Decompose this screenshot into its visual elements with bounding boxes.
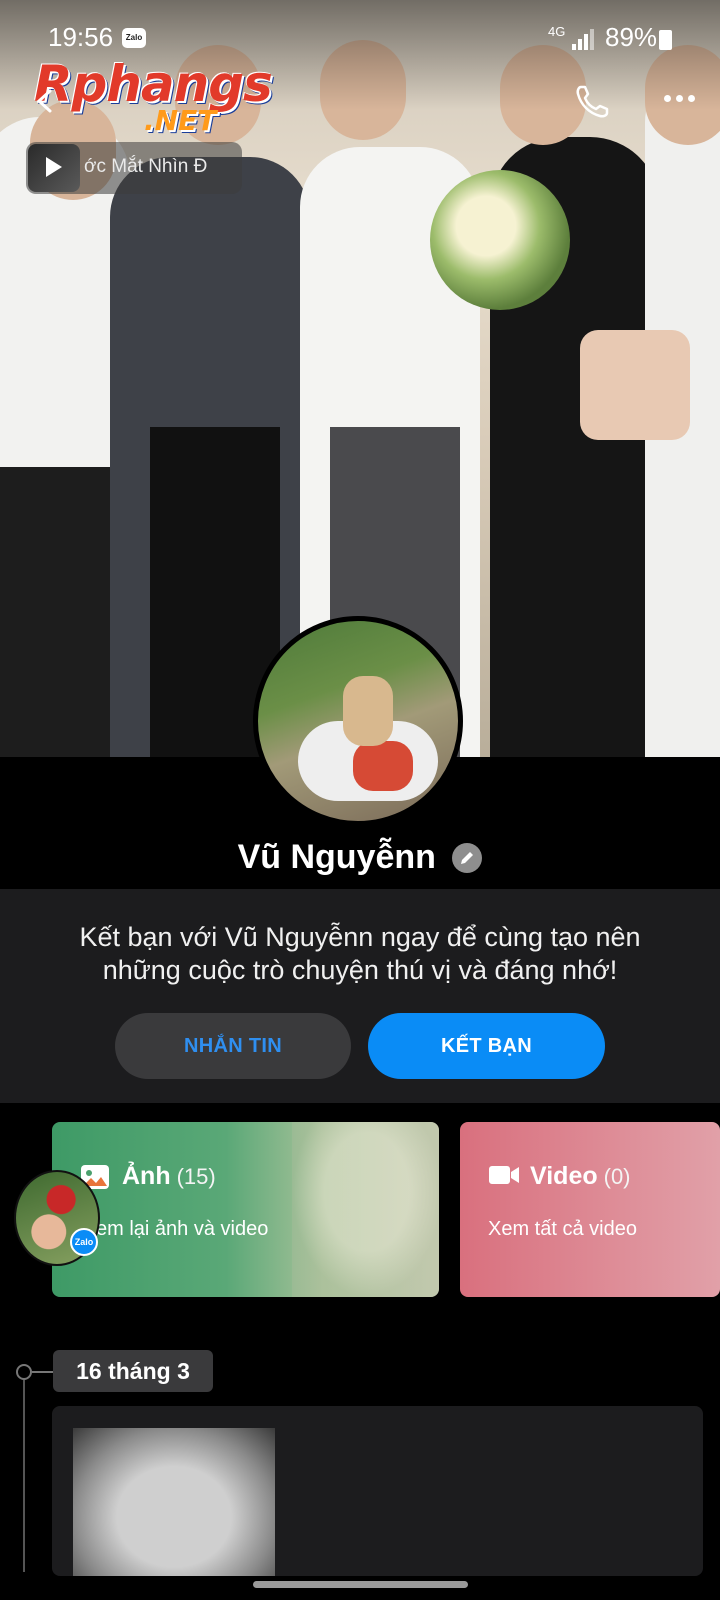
- videos-subtitle: Xem tất cả video: [488, 1218, 637, 1240]
- photos-subtitle: em lại ảnh và video: [96, 1218, 269, 1240]
- friend-request-panel: Kết bạn với Vũ Nguyễnn ngay để cùng tạo …: [0, 889, 720, 1103]
- timeline-connector: [32, 1371, 54, 1373]
- play-icon[interactable]: [46, 157, 62, 177]
- post-photo[interactable]: [73, 1428, 275, 1576]
- profile-screen: 19:56 Zalo 4G 89% Rphangs .NET ớc Mắt Nh…: [0, 0, 720, 1600]
- home-indicator[interactable]: [253, 1581, 468, 1588]
- cover-handbag: [580, 330, 690, 440]
- friend-prompt-text: Kết bạn với Vũ Nguyễnn ngay để cùng tạo …: [79, 922, 641, 985]
- profile-name: Vũ Nguyễnn: [237, 838, 436, 876]
- photos-count: (15): [176, 1164, 216, 1189]
- videos-label: Video (0): [530, 1162, 631, 1191]
- edit-pencil-icon[interactable]: [452, 842, 483, 873]
- videos-card[interactable]: Video (0) Xem tất cả video: [460, 1122, 720, 1297]
- music-title: ớc Mắt Nhìn Đ: [84, 156, 208, 177]
- status-time: 19:56: [48, 22, 114, 52]
- photo-preview: [292, 1122, 439, 1297]
- battery-icon: [659, 30, 672, 50]
- watermark-domain: .NET: [144, 104, 217, 137]
- videos-title: Video: [530, 1162, 598, 1190]
- video-camera-icon: [489, 1166, 519, 1184]
- photos-card[interactable]: Ảnh (15) em lại ảnh và video: [52, 1122, 439, 1297]
- add-friend-button[interactable]: KẾT BẠN: [368, 1013, 605, 1079]
- zalo-notification-icon: Zalo: [122, 28, 146, 48]
- profile-music-chip[interactable]: ớc Mắt Nhìn Đ: [26, 142, 242, 194]
- signal-icon: [572, 28, 596, 50]
- photos-title: Ảnh: [122, 1162, 171, 1190]
- message-button[interactable]: NHẮN TIN: [115, 1013, 351, 1079]
- photos-label: Ảnh (15): [122, 1162, 216, 1191]
- back-arrow-icon[interactable]: [30, 86, 60, 116]
- profile-name-row: Vũ Nguyễnn: [0, 838, 720, 888]
- timeline-dot: [16, 1364, 32, 1380]
- network-type: 4G: [548, 24, 566, 39]
- timeline-date: 16 tháng 3: [53, 1350, 213, 1392]
- more-options-icon[interactable]: [660, 92, 700, 106]
- videos-count: (0): [603, 1164, 631, 1189]
- timeline-line: [23, 1372, 25, 1572]
- cover-bouquet: [430, 170, 570, 310]
- watermark-logo: Rphangs .NET: [34, 56, 273, 137]
- zalo-badge-icon: Zalo: [70, 1228, 98, 1256]
- phone-call-icon[interactable]: [572, 82, 612, 122]
- profile-avatar[interactable]: [253, 616, 463, 826]
- battery-percent: 89%: [605, 22, 658, 52]
